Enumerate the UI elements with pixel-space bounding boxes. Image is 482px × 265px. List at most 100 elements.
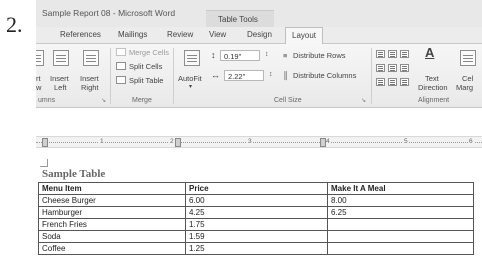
table-row: Coffee 1.25 <box>38 242 474 255</box>
text-direction-icon: A <box>425 45 435 60</box>
tab-references[interactable]: References <box>60 30 101 39</box>
ruler-number: 2 <box>169 138 175 145</box>
table-cell[interactable]: 8.00 <box>327 194 474 207</box>
table-cell[interactable]: 4.25 <box>185 206 328 219</box>
split-table-icon <box>116 76 126 84</box>
table-tools-label: Table Tools <box>218 15 258 24</box>
group-separator <box>371 48 372 104</box>
merge-group-label: Merge <box>132 97 152 104</box>
table-row: Cheese Burger 6.00 8.00 <box>38 194 474 207</box>
distribute-columns-icon: ║ <box>283 71 289 80</box>
column-width-input[interactable]: 2.22" <box>224 70 264 81</box>
insert-below-icon <box>36 50 44 66</box>
cell-margins-label-1: Cel <box>462 74 474 83</box>
insert-left-label-1: Insert <box>50 74 69 83</box>
step-number: 2. <box>6 12 23 37</box>
ruler-indent-marker[interactable] <box>42 138 48 147</box>
table-title: Sample Table <box>42 168 106 180</box>
table-cell[interactable]: 1.59 <box>185 230 328 243</box>
table-cell[interactable]: Coffee <box>38 242 186 255</box>
alignment-group-label: Alignment <box>418 97 450 104</box>
text-direction-label-1: Text <box>425 74 439 83</box>
table-cell[interactable]: 6.00 <box>185 194 328 207</box>
insert-below-label-2: w <box>36 83 42 92</box>
tab-review[interactable]: Review <box>167 30 193 39</box>
insert-left-label-2: Left <box>54 83 67 92</box>
distribute-rows-icon: ≡ <box>283 51 288 60</box>
table-cell[interactable]: 1.75 <box>185 218 328 231</box>
header-cell[interactable]: Make It A Meal <box>327 182 474 195</box>
cell-margins-label-2: Marg <box>456 83 474 92</box>
insert-right-label-2: Right <box>81 83 99 92</box>
title-bar: Sample Report 08 - Microsoft Word Table … <box>36 0 482 27</box>
cell-size-group-label: Cell Size <box>274 97 302 104</box>
merge-cells-icon <box>116 48 126 56</box>
horizontal-ruler[interactable]: 1 2 3 4 5 6 <box>36 136 482 148</box>
table-row: French Fries 1.75 <box>38 218 474 231</box>
sample-table[interactable]: Menu Item Price Make It A Meal Cheese Bu… <box>38 182 474 255</box>
group-separator <box>173 48 174 104</box>
rows-columns-group-label: umns <box>38 97 56 104</box>
window-title: Sample Report 08 - Microsoft Word <box>42 8 176 18</box>
autofit-icon <box>184 50 200 66</box>
header-cell[interactable]: Price <box>185 182 328 195</box>
table-cell[interactable]: 6.25 <box>327 206 474 219</box>
tab-layout[interactable]: Layout <box>285 27 324 44</box>
row-height-icon: ↕ <box>211 50 216 60</box>
ruler-number: 1 <box>99 138 105 145</box>
table-cell[interactable] <box>327 242 474 255</box>
row-height-input[interactable]: 0.19" <box>220 50 260 61</box>
split-table-label: Split Table <box>129 76 164 85</box>
align-top-left-icon[interactable] <box>376 50 385 58</box>
table-cell[interactable]: 1.25 <box>185 242 328 255</box>
align-bottom-center-icon[interactable] <box>388 78 397 86</box>
column-width-spinner[interactable]: ↕ <box>269 71 273 78</box>
autofit-dropdown-icon: ▾ <box>189 84 193 90</box>
page-corner-mark <box>40 159 48 167</box>
table-row: Soda 1.59 <box>38 230 474 243</box>
align-top-right-icon[interactable] <box>400 50 409 58</box>
tab-mailings[interactable]: Mailings <box>118 30 147 39</box>
table-row: Hamburger 4.25 6.25 <box>38 206 474 219</box>
text-direction-label-2: Direction <box>418 83 448 92</box>
split-cells-label: Split Cells <box>129 62 163 71</box>
merge-cells-label: Merge Cells <box>129 48 170 57</box>
ruler-column-marker[interactable] <box>175 138 181 147</box>
ribbon-tabs: References Mailings Review View Design L… <box>36 27 482 44</box>
table-tools-context-tab: Table Tools <box>206 10 274 27</box>
autofit-label: AutoFit <box>178 74 202 83</box>
tab-design[interactable]: Design <box>247 30 272 39</box>
ruler-number: 3 <box>247 138 253 145</box>
rows-columns-launcher-icon[interactable]: ↘ <box>101 97 106 104</box>
distribute-rows-label: Distribute Rows <box>293 51 346 60</box>
insert-below-label-1: rt <box>36 74 41 83</box>
table-cell[interactable] <box>327 230 474 243</box>
row-height-spinner[interactable]: ↕ <box>265 51 269 58</box>
insert-left-icon <box>53 50 69 66</box>
column-width-icon: ↔ <box>211 70 220 80</box>
align-bottom-left-icon[interactable] <box>376 78 385 86</box>
insert-right-icon <box>83 50 99 66</box>
ribbon-layout: rt w Insert Left Insert Right umns ↘ Mer… <box>36 44 482 108</box>
table-cell[interactable]: Hamburger <box>38 206 186 219</box>
cell-margins-icon <box>460 50 476 66</box>
insert-right-label-1: Insert <box>80 74 99 83</box>
table-header-row: Menu Item Price Make It A Meal <box>38 182 474 195</box>
header-cell[interactable]: Menu Item <box>38 182 186 195</box>
tab-view[interactable]: View <box>209 30 226 39</box>
table-cell[interactable] <box>327 218 474 231</box>
align-center-icon[interactable] <box>388 64 397 72</box>
ruler-number: 6 <box>468 138 474 145</box>
align-center-right-icon[interactable] <box>400 64 409 72</box>
table-cell[interactable]: Cheese Burger <box>38 194 186 207</box>
cell-size-launcher-icon[interactable]: ↘ <box>361 97 366 104</box>
table-cell[interactable]: French Fries <box>38 218 186 231</box>
distribute-columns-label: Distribute Columns <box>293 71 357 80</box>
align-bottom-right-icon[interactable] <box>400 78 409 86</box>
align-top-center-icon[interactable] <box>388 50 397 58</box>
align-center-left-icon[interactable] <box>376 64 385 72</box>
table-cell[interactable]: Soda <box>38 230 186 243</box>
word-window: Sample Report 08 - Microsoft Word Table … <box>36 0 482 265</box>
ruler-number: 5 <box>403 138 409 145</box>
ruler-column-marker[interactable] <box>320 138 326 147</box>
